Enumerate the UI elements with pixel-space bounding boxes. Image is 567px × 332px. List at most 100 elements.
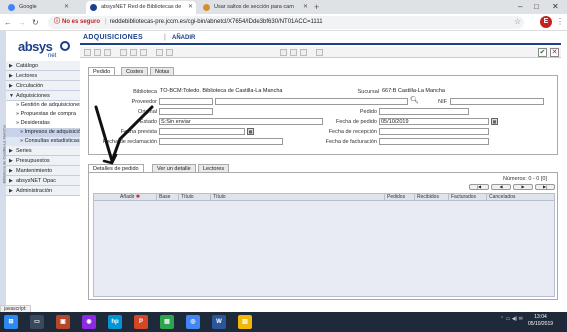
absysnet-favicon-icon [90,4,97,11]
fecha-pedido-input[interactable]: 05/10/2019 [379,118,489,125]
hp-app-icon[interactable]: hp [108,315,122,329]
media-app-icon[interactable]: ◉ [82,315,96,329]
sidebar-item-gestion-adquisiciones[interactable]: » Gestión de adquisiciones [6,101,80,110]
toolbar-icon[interactable] [156,49,163,56]
column-anadir[interactable]: Añadir ✱ [120,194,140,201]
address-bar[interactable]: ⓘ No es seguro | reddebibliotecas-pre.jccm.… [48,16,524,29]
chrome-app-icon[interactable]: ◎ [186,315,200,329]
sidebar-item-presupuestos[interactable]: ▶ Presupuestos [6,156,80,166]
explorer-app-icon[interactable]: ▥ [238,315,252,329]
column-facturados[interactable]: Facturados [448,194,476,201]
profile-avatar[interactable]: E [540,16,552,28]
fecha-reclamacion-input[interactable] [159,138,283,145]
sidebar-item-administracion[interactable]: ▶ Administración [6,186,80,196]
close-tab-icon[interactable]: ✕ [303,1,308,14]
search-icon[interactable]: 🔍︎ [410,97,419,105]
toolbar-icon[interactable] [94,49,101,56]
sidebar-item-consultas-estadisticas[interactable]: » Consultas estadísticas [6,137,80,146]
browser-tab-title: Usar saltos de sección para cam [214,4,294,10]
sidebar-item-adquisiciones[interactable]: ▼ Adquisiciones [6,91,80,101]
fecha-recepcion-input[interactable] [379,128,489,135]
task-view-icon[interactable]: ▭ [30,315,44,329]
presentation-app-icon[interactable]: ▣ [56,315,70,329]
detalles-grid-body[interactable] [93,201,555,297]
fecha-pedido-label: Fecha de pedido [336,119,377,125]
new-tab-button[interactable]: + [314,2,319,12]
column-titulo[interactable]: Título [210,194,226,201]
first-page-button[interactable]: |◀ [469,184,489,190]
fecha-facturacion-input[interactable] [379,138,489,145]
proveedor-name-input[interactable] [215,98,408,105]
toolbar-icon[interactable] [130,49,137,56]
logo-ring-icon [60,41,70,51]
system-tray-icons[interactable]: ⌃ ▭ ◀) ✉ [500,316,523,322]
windows-taskbar: ⊞ ▭ ▣ ◉ hp P ▤ ◎ W ▥ ⌃ ▭ ◀) ✉ 13:04 05/1… [0,312,567,332]
browser-tab-google[interactable]: Google ✕ [4,1,72,14]
word-app-icon[interactable]: W [212,315,226,329]
sidebar-item-lectores[interactable]: ▶ Lectores [6,71,80,81]
toolbar-icon[interactable] [166,49,173,56]
calendar-icon[interactable]: ▦ [247,128,254,135]
proveedor-code-input[interactable] [159,98,213,105]
sidebar-item-opac[interactable]: ▶ absysNET Opac [6,176,80,186]
toolbar-icon[interactable] [300,49,307,56]
column-recibidos[interactable]: Recibidos [414,194,439,201]
caret-right-icon: ▶ [9,63,13,69]
prev-page-button[interactable]: ◀ [491,184,511,190]
pedido-label: Pedido [359,109,377,115]
toolbar-icon[interactable] [280,49,287,56]
browser-tab-word-help[interactable]: Usar saltos de sección para cam ✕ [199,1,311,14]
sidebar-item-desideratas[interactable]: » Desideratas [6,119,80,128]
numeros-counter: Números: 0 - 0 [0] [502,176,547,182]
column-pedidos[interactable]: Pedidos [384,194,405,201]
column-titulo-short[interactable]: Título [178,194,194,201]
column-base[interactable]: Base [156,194,170,201]
windows-start-icon[interactable]: ⊞ [4,315,18,329]
absysnet-logo: absys net [18,39,78,63]
column-cancelados[interactable]: Cancelados [486,194,515,201]
close-tab-icon[interactable]: ✕ [188,1,193,14]
minimize-button[interactable]: – [518,0,522,13]
sidebar-item-propuestas-compra[interactable]: » Propuestas de compra [6,110,80,119]
next-page-button[interactable]: ▶ [513,184,533,190]
toolbar-icon[interactable] [104,49,111,56]
sidebar-item-series[interactable]: ▶ Series [6,146,80,156]
close-window-button[interactable]: ✕ [552,0,559,13]
nif-input[interactable] [450,98,544,105]
close-tab-icon[interactable]: ✕ [64,1,69,14]
taskbar-clock[interactable]: 13:04 05/10/2019 [528,314,553,328]
fecha-prevista-input[interactable] [159,128,245,135]
reload-icon[interactable]: ↻ [32,17,39,28]
last-page-button[interactable]: ▶| [535,184,555,190]
url-text[interactable]: reddebibliotecas-pre.jccm.es/cgi-bin/abn… [110,19,323,25]
module-title: ADQUISICIONES [83,34,143,41]
detalles-grid-header: Añadir ✱ Base Título Título Pedidos Reci… [93,193,555,201]
caret-right-icon: ▶ [9,188,13,194]
powerpoint-app-icon[interactable]: P [134,315,148,329]
toolbar-icon[interactable] [290,49,297,56]
accept-icon[interactable]: ✔ [538,48,547,57]
security-label[interactable]: No es seguro [62,19,100,25]
sidebar-item-circulacion[interactable]: ▶ Circulación [6,81,80,91]
calendar-icon[interactable]: ▦ [491,118,498,125]
browser-tab-absysnet[interactable]: absysNET Red de Bibliotecas de ✕ [86,1,196,14]
back-arrow-icon[interactable]: ← [4,17,12,28]
browser-menu-icon[interactable]: ⋮ [556,17,564,27]
maximize-button[interactable]: □ [534,0,539,13]
estado-select[interactable]: S:Sin enviar [159,118,323,125]
sidebar-item-catalogo[interactable]: ▶ Catálogo [6,61,80,71]
toolbar-icon[interactable] [120,49,127,56]
sidebar-item-mantenimiento[interactable]: ▶ Mantenimiento [6,166,80,176]
bookmark-star-icon[interactable]: ☆ [514,17,521,27]
pedido-input[interactable] [379,108,469,115]
toolbar-icon[interactable] [84,49,91,56]
sidebar-item-impresos-adquisicion[interactable]: » Impresos de adquisición [6,128,80,137]
cancel-icon[interactable]: ✕ [550,48,559,57]
files-app-icon[interactable]: ▤ [160,315,174,329]
toolbar-icon[interactable] [140,49,147,56]
original-input[interactable] [159,108,213,115]
caret-right-icon: ▶ [9,148,13,154]
forward-arrow-icon[interactable]: → [18,17,26,28]
warning-icon[interactable]: ⓘ [54,19,60,25]
toolbar-icon[interactable] [316,49,323,56]
